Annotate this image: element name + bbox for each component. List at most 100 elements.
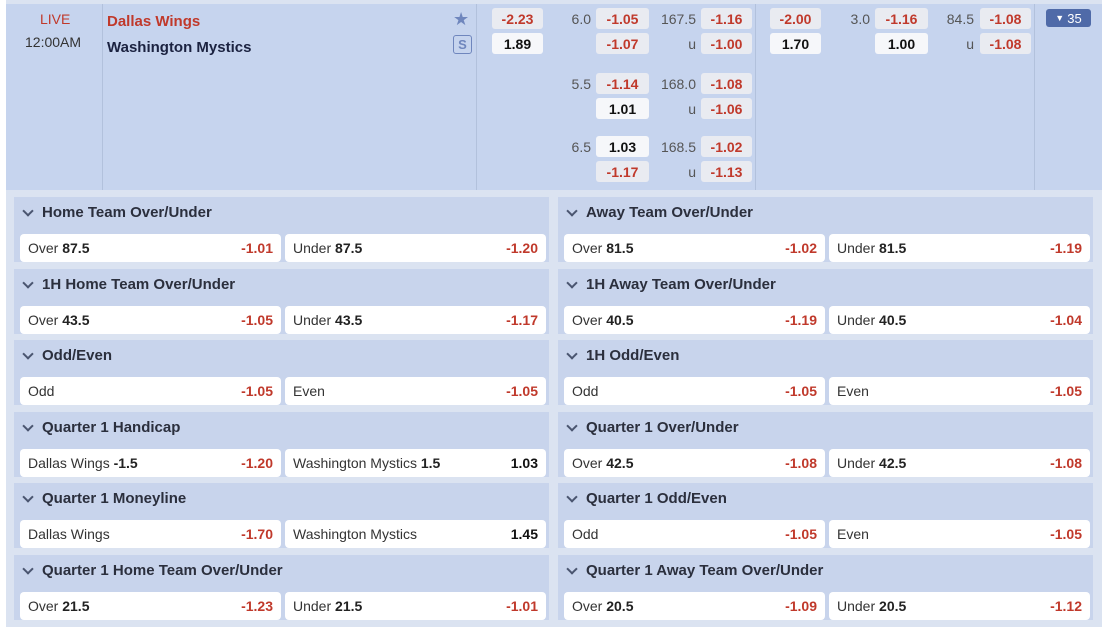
selection-name: Over (572, 312, 603, 328)
selection-price: -1.05 (1050, 526, 1082, 542)
market-header[interactable]: Quarter 1 Over/Under (566, 419, 739, 436)
selection-label: Under 43.5 (293, 312, 362, 328)
selection-button[interactable]: Even -1.05 (829, 520, 1090, 548)
selection-button[interactable]: Under 42.5 -1.08 (829, 449, 1090, 477)
market-title: Away Team Over/Under (586, 204, 754, 221)
selection-price: -1.05 (241, 312, 273, 328)
odds-button[interactable]: -2.23 (492, 8, 543, 29)
odds-button[interactable]: -1.05 (596, 8, 649, 29)
selection-button[interactable]: Over 20.5 -1.09 (564, 592, 825, 620)
market-header[interactable]: Quarter 1 Home Team Over/Under (22, 562, 283, 579)
market-header[interactable]: 1H Odd/Even (566, 347, 679, 364)
market-header[interactable]: 1H Away Team Over/Under (566, 276, 776, 293)
odds-button[interactable]: 1.00 (875, 33, 928, 54)
selection-button[interactable]: Washington Mystics 1.45 (285, 520, 546, 548)
market-card: Quarter 1 Moneyline Dallas Wings -1.70 Was… (14, 483, 549, 548)
selection-price: -1.08 (785, 455, 817, 471)
selection-button[interactable]: Over 81.5 -1.02 (564, 234, 825, 262)
chevron-down-icon (22, 204, 34, 217)
selection-button[interactable]: Over 40.5 -1.19 (564, 306, 825, 334)
market-card: Quarter 1 Handicap Dallas Wings -1.5 -1.20… (14, 412, 549, 477)
market-title: Home Team Over/Under (42, 204, 212, 221)
selection-price: -1.20 (506, 240, 538, 256)
selection-price: -1.05 (785, 526, 817, 542)
odds-button[interactable]: 1.01 (596, 98, 649, 119)
handicap-line: 3.0 (850, 10, 870, 27)
stats-icon[interactable]: S (453, 35, 472, 54)
divider (102, 4, 103, 190)
odds-button[interactable]: -1.00 (701, 33, 752, 54)
market-header[interactable]: Quarter 1 Handicap (22, 419, 180, 436)
selection-name: Odd (28, 383, 55, 399)
selection-label: Washington Mystics (293, 526, 417, 542)
selection-line: 43.5 (335, 312, 363, 328)
odds-button[interactable]: -1.08 (701, 73, 752, 94)
selection-price: -1.17 (506, 312, 538, 328)
selection-button[interactable]: Odd -1.05 (564, 377, 825, 405)
selection-price: -1.05 (785, 383, 817, 399)
selection-name: Even (293, 383, 325, 399)
selection-label: Even (837, 383, 869, 399)
selection-button[interactable]: Over 42.5 -1.08 (564, 449, 825, 477)
odds-button[interactable]: -1.13 (701, 161, 752, 182)
selection-button[interactable]: Under 81.5 -1.19 (829, 234, 1090, 262)
selection-label: Dallas Wings -1.5 (28, 455, 138, 471)
selection-name: Over (572, 240, 603, 256)
odds-button[interactable]: 1.89 (492, 33, 543, 54)
favorite-star-icon[interactable]: ★ (453, 9, 469, 30)
chevron-down-icon (566, 562, 578, 575)
market-header[interactable]: Quarter 1 Away Team Over/Under (566, 562, 823, 579)
market-header[interactable]: Away Team Over/Under (566, 204, 753, 221)
odds-button[interactable]: -1.08 (980, 8, 1031, 29)
more-markets-button[interactable]: ▼ 35 (1046, 9, 1091, 27)
market-header[interactable]: Quarter 1 Odd/Even (566, 490, 727, 507)
selection-button[interactable]: Under 20.5 -1.12 (829, 592, 1090, 620)
selection-button[interactable]: Washington Mystics 1.5 1.03 (285, 449, 546, 477)
total-line: 167.5 (660, 10, 696, 27)
odds-button[interactable]: -1.16 (701, 8, 752, 29)
odds-button[interactable]: -1.07 (596, 33, 649, 54)
selection-name: Under (293, 598, 332, 614)
odds-button[interactable]: -1.08 (980, 33, 1031, 54)
selection-price: -1.01 (241, 240, 273, 256)
market-card: Quarter 1 Odd/Even Odd -1.05 Even -1.05 (558, 483, 1093, 548)
selection-button[interactable]: Over 43.5 -1.05 (20, 306, 281, 334)
selection-button[interactable]: Even -1.05 (829, 377, 1090, 405)
odds-button[interactable]: -1.14 (596, 73, 649, 94)
selection-line: 87.5 (335, 240, 363, 256)
selection-button[interactable]: Under 40.5 -1.04 (829, 306, 1090, 334)
selection-button[interactable]: Over 87.5 -1.01 (20, 234, 281, 262)
selection-label: Even (837, 526, 869, 542)
odds-button[interactable]: -1.06 (701, 98, 752, 119)
selection-button[interactable]: Dallas Wings -1.5 -1.20 (20, 449, 281, 477)
market-header[interactable]: 1H Home Team Over/Under (22, 276, 235, 293)
selection-name: Even (837, 526, 869, 542)
selection-button[interactable]: Odd -1.05 (564, 520, 825, 548)
market-header[interactable]: Odd/Even (22, 347, 112, 364)
under-label: u (966, 35, 974, 52)
chevron-down-icon (22, 490, 34, 503)
selection-button[interactable]: Under 21.5 -1.01 (285, 592, 546, 620)
odds-button[interactable]: -1.17 (596, 161, 649, 182)
selection-button[interactable]: Under 87.5 -1.20 (285, 234, 546, 262)
odds-button[interactable]: 1.70 (770, 33, 821, 54)
selection-name: Dallas Wings (28, 455, 110, 471)
selection-name: Dallas Wings (28, 526, 110, 542)
home-team-name[interactable]: Dallas Wings (107, 13, 200, 30)
market-card: Home Team Over/Under Over 87.5 -1.01 Under … (14, 197, 549, 262)
away-team-name[interactable]: Washington Mystics (107, 39, 251, 56)
selection-label: Washington Mystics 1.5 (293, 455, 440, 471)
market-header[interactable]: Home Team Over/Under (22, 204, 212, 221)
selection-button[interactable]: Odd -1.05 (20, 377, 281, 405)
odds-button[interactable]: -1.16 (875, 8, 928, 29)
odds-button[interactable]: -1.02 (701, 136, 752, 157)
selection-button[interactable]: Dallas Wings -1.70 (20, 520, 281, 548)
selection-label: Over 40.5 (572, 312, 633, 328)
market-header[interactable]: Quarter 1 Moneyline (22, 490, 186, 507)
selection-button[interactable]: Under 43.5 -1.17 (285, 306, 546, 334)
selection-button[interactable]: Over 21.5 -1.23 (20, 592, 281, 620)
selection-button[interactable]: Even -1.05 (285, 377, 546, 405)
odds-button[interactable]: 1.03 (596, 136, 649, 157)
selection-price: -1.04 (1050, 312, 1082, 328)
odds-button[interactable]: -2.00 (770, 8, 821, 29)
